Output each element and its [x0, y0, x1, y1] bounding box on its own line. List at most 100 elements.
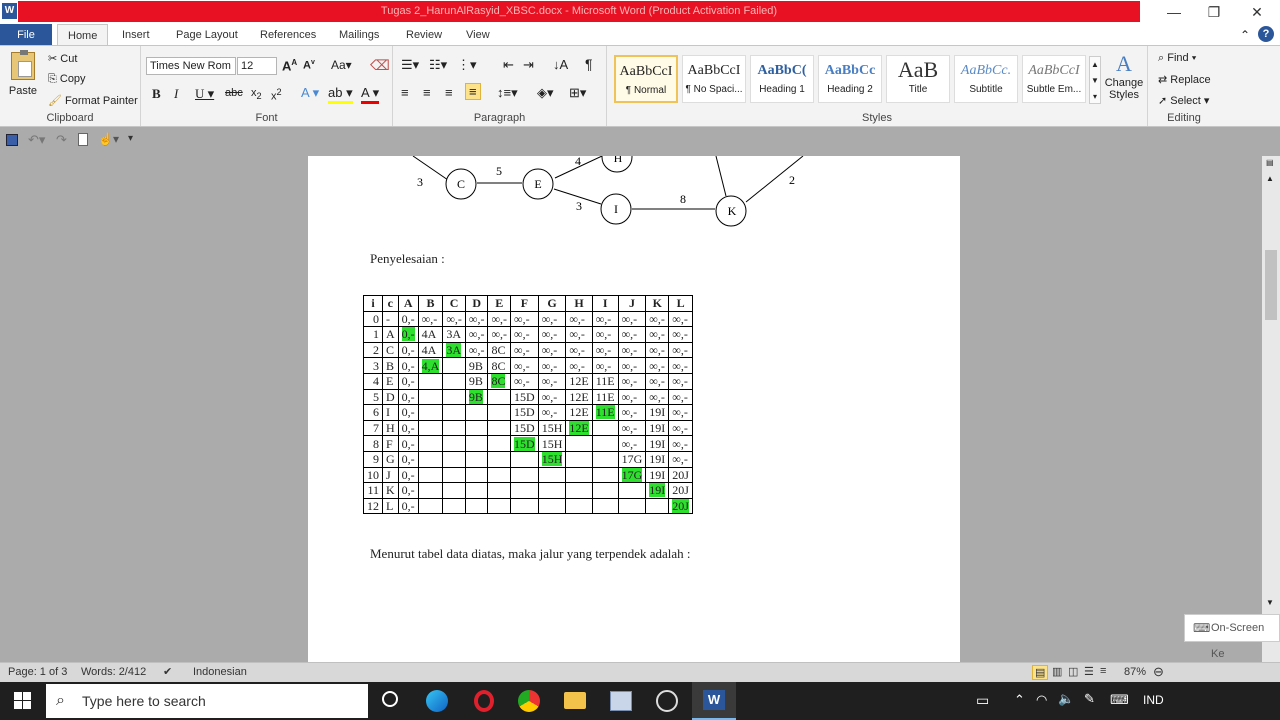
windows-start-icon[interactable]	[14, 692, 32, 710]
text-effects-icon[interactable]: A ▾	[301, 85, 319, 101]
file-explorer-icon[interactable]	[564, 692, 586, 709]
save-icon[interactable]	[6, 134, 18, 146]
opera-icon[interactable]	[474, 690, 494, 712]
close-icon[interactable]: ✕	[1234, 0, 1280, 24]
touch-mode-icon[interactable]: ☝▾	[98, 132, 119, 146]
style-normal[interactable]: AaBbCcI ¶ Normal	[614, 55, 678, 103]
tab-page-layout[interactable]: Page Layout	[166, 24, 248, 46]
sort-icon[interactable]: ↓A	[553, 57, 568, 72]
borders-icon[interactable]: ⊞▾	[569, 85, 586, 101]
customize-qat-icon[interactable]: ▾	[128, 133, 133, 144]
shrink-font-icon[interactable]: Av	[303, 59, 315, 72]
tab-mailings[interactable]: Mailings	[329, 24, 389, 46]
taskbar-search-box[interactable]: ⌕ Type here to search	[46, 684, 368, 718]
word-count[interactable]: Words: 2/412	[81, 666, 146, 678]
scroll-up-icon[interactable]: ▲	[1266, 174, 1274, 183]
word-app-icon[interactable]: W	[2, 3, 17, 19]
bold-icon[interactable]: B	[152, 86, 161, 102]
change-case-icon[interactable]: Aa▾	[331, 58, 352, 72]
subscript-icon[interactable]: x2	[251, 87, 262, 101]
font-color-icon[interactable]: A ▾	[361, 85, 380, 104]
strikethrough-icon[interactable]: abc	[225, 87, 243, 99]
outline-icon[interactable]: ☰	[1084, 665, 1094, 678]
align-center-icon[interactable]: ≡	[423, 85, 431, 100]
ruler-toggle-icon[interactable]: ▤	[1266, 158, 1274, 167]
align-left-icon[interactable]: ≡	[401, 85, 409, 100]
change-styles-button[interactable]: A Change Styles	[1104, 51, 1144, 101]
multilevel-list-icon[interactable]: ⋮▾	[457, 57, 477, 73]
draft-icon[interactable]: ≡	[1100, 665, 1106, 677]
replace-button[interactable]: ⇄ Replace	[1158, 73, 1211, 86]
scroll-thumb[interactable]	[1265, 250, 1277, 320]
full-screen-reading-icon[interactable]: ▥	[1052, 665, 1062, 678]
style-subtitle[interactable]: AaBbCc. Subtitle	[954, 55, 1018, 103]
tab-file[interactable]: File	[0, 24, 52, 46]
zoom-out-icon[interactable]: ⊖	[1153, 664, 1164, 680]
show-marks-icon[interactable]: ¶	[585, 56, 593, 72]
obs-icon[interactable]	[656, 690, 678, 712]
chrome-icon[interactable]	[518, 690, 540, 712]
edge-icon[interactable]	[426, 690, 448, 712]
notification-app-icon[interactable]: ▭	[976, 692, 989, 709]
cut-button[interactable]: ✂ Cut	[48, 52, 77, 65]
tab-insert[interactable]: Insert	[112, 24, 160, 46]
word-taskbar-button[interactable]: W	[692, 682, 736, 720]
align-right-icon[interactable]: ≡	[445, 85, 453, 100]
format-painter-button[interactable]: 🖌 Format Painter	[48, 94, 138, 107]
app-window-icon[interactable]	[610, 691, 632, 711]
volume-icon[interactable]: 🔈	[1058, 691, 1074, 707]
grow-font-icon[interactable]: AA	[282, 58, 297, 73]
zoom-level[interactable]: 87%	[1124, 666, 1146, 678]
numbering-icon[interactable]: ☷▾	[429, 57, 447, 73]
language-indicator[interactable]: Indonesian	[193, 666, 247, 678]
superscript-icon[interactable]: x2	[271, 87, 282, 103]
on-screen-keyboard-window[interactable]: ⌨ On-Screen Ke	[1184, 614, 1280, 660]
proofing-icon[interactable]: ✔	[163, 665, 172, 678]
style-heading-2[interactable]: AaBbCc Heading 2	[818, 55, 882, 103]
pen-icon[interactable]: ✎	[1084, 691, 1095, 707]
cortana-icon[interactable]	[382, 691, 398, 707]
clear-formatting-icon[interactable]: ⌫	[370, 57, 390, 74]
table-cell	[442, 357, 466, 374]
line-spacing-icon[interactable]: ↕≡▾	[497, 85, 518, 101]
styles-scroll-icon[interactable]: ▲ ▼ ▾	[1089, 56, 1101, 104]
justify-icon[interactable]: ≡	[465, 83, 481, 100]
tab-review[interactable]: Review	[396, 24, 452, 46]
style-no-spacing[interactable]: AaBbCcI ¶ No Spaci...	[682, 55, 746, 103]
highlight-icon[interactable]: ab ▾	[328, 85, 353, 104]
italic-icon[interactable]: I	[174, 86, 178, 102]
font-size-select[interactable]: 12	[237, 57, 277, 75]
wifi-icon[interactable]: ◠	[1036, 692, 1047, 708]
style-title[interactable]: AaB Title	[886, 55, 950, 103]
tab-references[interactable]: References	[250, 24, 326, 46]
web-layout-icon[interactable]: ◫	[1068, 665, 1078, 678]
increase-indent-icon[interactable]: ⇥	[523, 57, 534, 73]
scroll-down-icon[interactable]: ▼	[1266, 598, 1274, 607]
document-page[interactable]: C E H I K 3 5 4 3 8 2 Penyelesaian : icA…	[308, 156, 960, 662]
input-language[interactable]: IND	[1143, 693, 1164, 707]
tab-home[interactable]: Home	[57, 24, 109, 46]
print-layout-icon[interactable]: ▤	[1032, 665, 1049, 680]
style-heading-1[interactable]: AaBbC( Heading 1	[750, 55, 814, 103]
style-subtle-emphasis[interactable]: AaBbCcI Subtle Em...	[1022, 55, 1086, 103]
underline-icon[interactable]: U ▾	[195, 86, 214, 102]
help-icon[interactable]: ?	[1258, 26, 1274, 42]
vertical-scrollbar[interactable]: ▤ ▲ ▼	[1262, 156, 1280, 662]
page-count[interactable]: Page: 1 of 3	[8, 666, 67, 678]
decrease-indent-icon[interactable]: ⇤	[503, 57, 514, 73]
paste-button[interactable]: Paste	[8, 50, 38, 97]
new-document-icon[interactable]	[78, 133, 88, 146]
find-button[interactable]: ⌕ Find ▾	[1158, 52, 1196, 65]
undo-icon[interactable]: ↶▾	[28, 132, 45, 148]
font-name-select[interactable]: Times New Rom	[146, 57, 236, 75]
select-button[interactable]: ➚ Select ▾	[1158, 94, 1209, 107]
shading-icon[interactable]: ◈▾	[537, 85, 554, 101]
restore-icon[interactable]: ❐	[1191, 0, 1237, 24]
minimize-ribbon-icon[interactable]: ⌃	[1240, 28, 1250, 42]
bullets-icon[interactable]: ☰▾	[401, 57, 419, 73]
copy-button[interactable]: ⎘ Copy	[48, 73, 86, 86]
keyboard-tray-icon[interactable]: ⌨	[1110, 692, 1129, 708]
tab-view[interactable]: View	[456, 24, 500, 46]
show-hidden-icons-icon[interactable]: ⌃	[1014, 692, 1025, 708]
redo-icon[interactable]: ↷	[56, 132, 67, 148]
